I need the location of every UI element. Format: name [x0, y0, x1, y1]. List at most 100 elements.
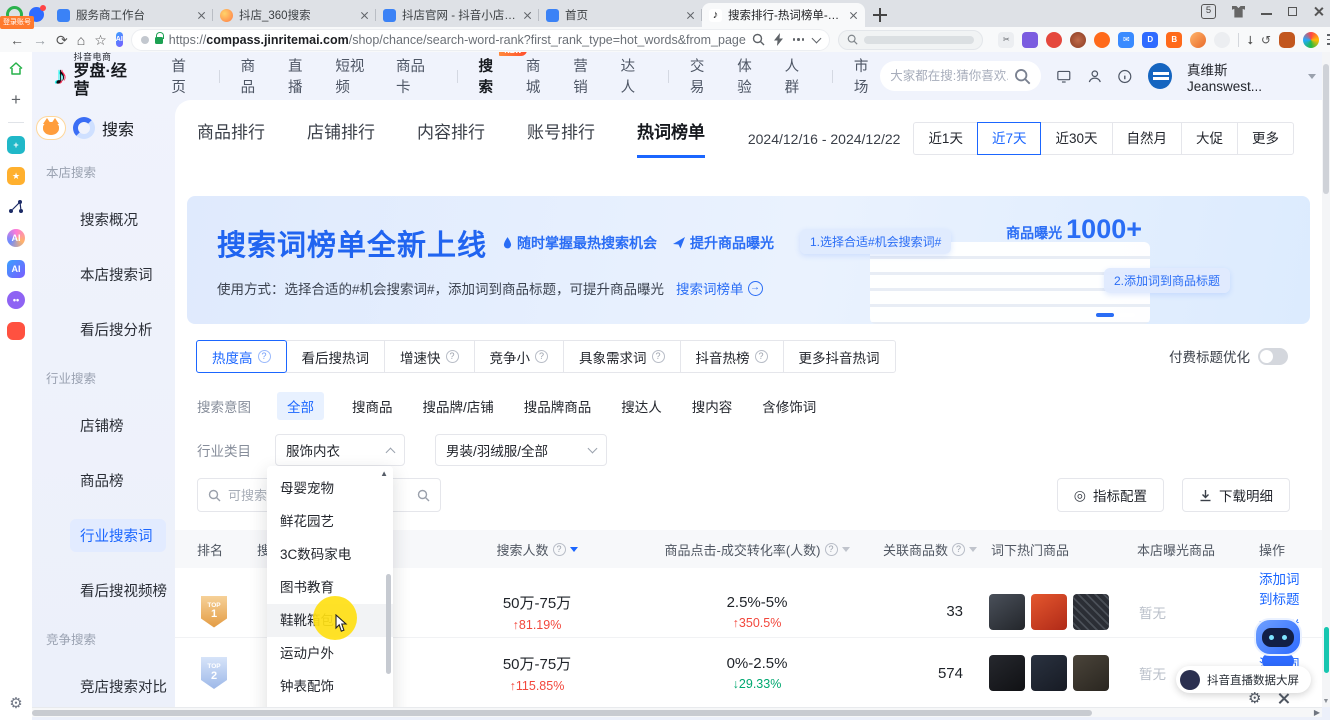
- forward-icon[interactable]: →: [33, 33, 47, 47]
- profile-icon[interactable]: [1303, 32, 1319, 48]
- node-graph-icon[interactable]: [7, 198, 25, 216]
- intent-all-active[interactable]: 全部: [277, 392, 324, 420]
- filter-more-hot-words[interactable]: 更多抖音热词: [783, 340, 896, 373]
- global-search-input[interactable]: [890, 69, 1008, 83]
- intent-modifier[interactable]: 含修饰词: [760, 392, 818, 420]
- date-btn-month[interactable]: 自然月: [1112, 122, 1183, 155]
- filter-fast-growth[interactable]: 增速快?: [384, 340, 475, 373]
- home-icon[interactable]: [7, 60, 25, 78]
- date-btn-promo[interactable]: 大促: [1181, 122, 1238, 155]
- scrollbar-thumb[interactable]: [1323, 64, 1329, 194]
- sidebar-item-search-overview[interactable]: 搜索概况: [70, 203, 166, 236]
- tab-close-icon[interactable]: [360, 11, 369, 20]
- tab-close-icon[interactable]: [197, 11, 206, 20]
- intent-brand-product[interactable]: 搜品牌商品: [522, 392, 594, 420]
- user-icon[interactable]: [1087, 68, 1103, 85]
- filter-concrete-demand[interactable]: 具象需求词?: [563, 340, 681, 373]
- nav-market[interactable]: 市场: [854, 55, 880, 97]
- browser-tab[interactable]: 服务商工作台: [50, 3, 213, 27]
- tab-hot-words-active[interactable]: 热词榜单: [637, 118, 705, 158]
- zoom-icon[interactable]: [752, 33, 765, 46]
- download-detail-button[interactable]: 下载明细: [1182, 478, 1290, 512]
- gamepad-icon[interactable]: [7, 322, 25, 340]
- browser-tab[interactable]: 抖店官网 - 抖音小店，抖音电: [376, 3, 539, 27]
- nav-experience[interactable]: 体验: [737, 55, 763, 97]
- new-tab-button[interactable]: [873, 8, 887, 22]
- paid-title-toggle[interactable]: [1258, 348, 1288, 365]
- nav-talent[interactable]: 达人: [621, 55, 647, 97]
- gamepad-icon[interactable]: [1046, 32, 1062, 48]
- tab-account-rank[interactable]: 账号排行: [527, 118, 595, 158]
- nav-video[interactable]: 短视频: [335, 55, 375, 97]
- category-level1-select[interactable]: 服饰内衣: [275, 434, 405, 466]
- help-icon[interactable]: ?: [446, 350, 459, 363]
- info-icon[interactable]: [1117, 68, 1133, 85]
- sort-icon[interactable]: [842, 547, 850, 552]
- date-btn-30d[interactable]: 近30天: [1040, 122, 1112, 155]
- account-name[interactable]: 真维斯Jeanswest...: [1187, 59, 1293, 94]
- account-avatar[interactable]: [1148, 63, 1172, 89]
- intent-talent[interactable]: 搜达人: [619, 392, 664, 420]
- undo-icon[interactable]: ↺: [1261, 34, 1271, 46]
- briefcase-icon[interactable]: [1279, 32, 1295, 48]
- search-icon[interactable]: [417, 489, 430, 502]
- monkey-icon[interactable]: [1070, 32, 1086, 48]
- monitor-icon[interactable]: [1056, 68, 1072, 85]
- tab-product-rank[interactable]: 商品排行: [197, 118, 265, 158]
- camera-icon[interactable]: [1094, 32, 1110, 48]
- help-icon[interactable]: ?: [258, 350, 271, 363]
- live-data-screen-pill[interactable]: 抖音直播数据大屏: [1176, 666, 1311, 693]
- filter-douyin-hot[interactable]: 抖音热榜?: [680, 340, 784, 373]
- help-icon[interactable]: ?: [652, 350, 665, 363]
- tab-counter-badge[interactable]: 5: [1201, 4, 1216, 19]
- fox-assistant-icon[interactable]: [36, 116, 66, 140]
- date-btn-7d-active[interactable]: 近7天: [977, 122, 1042, 155]
- browser-tab-active[interactable]: ♪ 搜索排行-热词榜单-抖音电商: [702, 3, 865, 27]
- promo-banner[interactable]: 搜索词榜单全新上线 随时掌握最热搜索机会 提升商品曝光 使用方式：选择合适的#机…: [187, 196, 1310, 324]
- add-word-to-title-link[interactable]: 添加词到标题: [1259, 568, 1300, 608]
- product-thumbnail[interactable]: [989, 655, 1025, 691]
- intent-brand-shop[interactable]: 搜品牌/店铺: [421, 392, 496, 420]
- dropdown-item-mother-baby[interactable]: 母婴宠物: [267, 472, 393, 505]
- nav-search-active[interactable]: 搜索NEW: [478, 55, 504, 97]
- tab-close-icon[interactable]: [849, 11, 858, 20]
- col-search-users[interactable]: 搜索人数?: [496, 540, 577, 559]
- sidebar-item-competitor-compare[interactable]: 竞店搜索对比: [70, 670, 166, 703]
- carousel-dots[interactable]: [1096, 313, 1135, 317]
- site-info-icon[interactable]: [141, 36, 149, 44]
- mail-icon[interactable]: ✉: [1118, 32, 1134, 48]
- scrollbar-thumb[interactable]: [32, 710, 1092, 716]
- widget-settings-icon[interactable]: ⚙: [1248, 691, 1261, 706]
- dropdown-scrollbar-thumb[interactable]: [386, 574, 391, 674]
- account-caret-icon[interactable]: [1308, 74, 1316, 79]
- nav-audience[interactable]: 人群: [785, 55, 811, 97]
- sidebar-item-after-view-video-rank[interactable]: 看后搜视频榜: [70, 574, 166, 607]
- dropdown-item-flowers[interactable]: 鲜花园艺: [267, 505, 393, 538]
- bookmark-icon[interactable]: ☆: [94, 33, 107, 47]
- window-close-button[interactable]: [1313, 6, 1324, 17]
- browser-tab[interactable]: 抖店_360搜索: [213, 3, 376, 27]
- horizontal-scrollbar[interactable]: ▶: [32, 707, 1322, 717]
- scroll-down-icon[interactable]: ▼: [1322, 698, 1330, 705]
- collect-plus-icon[interactable]: +: [7, 136, 25, 154]
- dropdown-item-sports[interactable]: 运动户外: [267, 637, 393, 670]
- global-search-box[interactable]: [880, 61, 1041, 91]
- help-icon[interactable]: ?: [952, 543, 965, 556]
- product-thumbnail[interactable]: [989, 594, 1025, 630]
- nav-product[interactable]: 商品: [241, 55, 267, 97]
- category-level2-select[interactable]: 男装/羽绒服/全部: [435, 434, 607, 466]
- nav-home[interactable]: 首页: [171, 55, 197, 97]
- metric-config-button[interactable]: ◎ 指标配置: [1057, 478, 1164, 512]
- window-maximize-button[interactable]: [1288, 7, 1297, 16]
- ai-blue-icon[interactable]: AI: [7, 260, 25, 278]
- ai-plus-icon[interactable]: AI: [7, 229, 25, 247]
- filter-low-competition[interactable]: 竞争小?: [474, 340, 565, 373]
- intent-content[interactable]: 搜内容: [690, 392, 735, 420]
- dropdown-item-3c[interactable]: 3C数码家电: [267, 538, 393, 571]
- filter-hot-active[interactable]: 热度高?: [196, 340, 287, 373]
- tab-shop-rank[interactable]: 店铺排行: [307, 118, 375, 158]
- help-icon[interactable]: ?: [535, 350, 548, 363]
- nav-trade[interactable]: 交易: [690, 55, 716, 97]
- filter-after-view[interactable]: 看后搜热词: [286, 340, 386, 373]
- product-thumbnail[interactable]: [1031, 594, 1067, 630]
